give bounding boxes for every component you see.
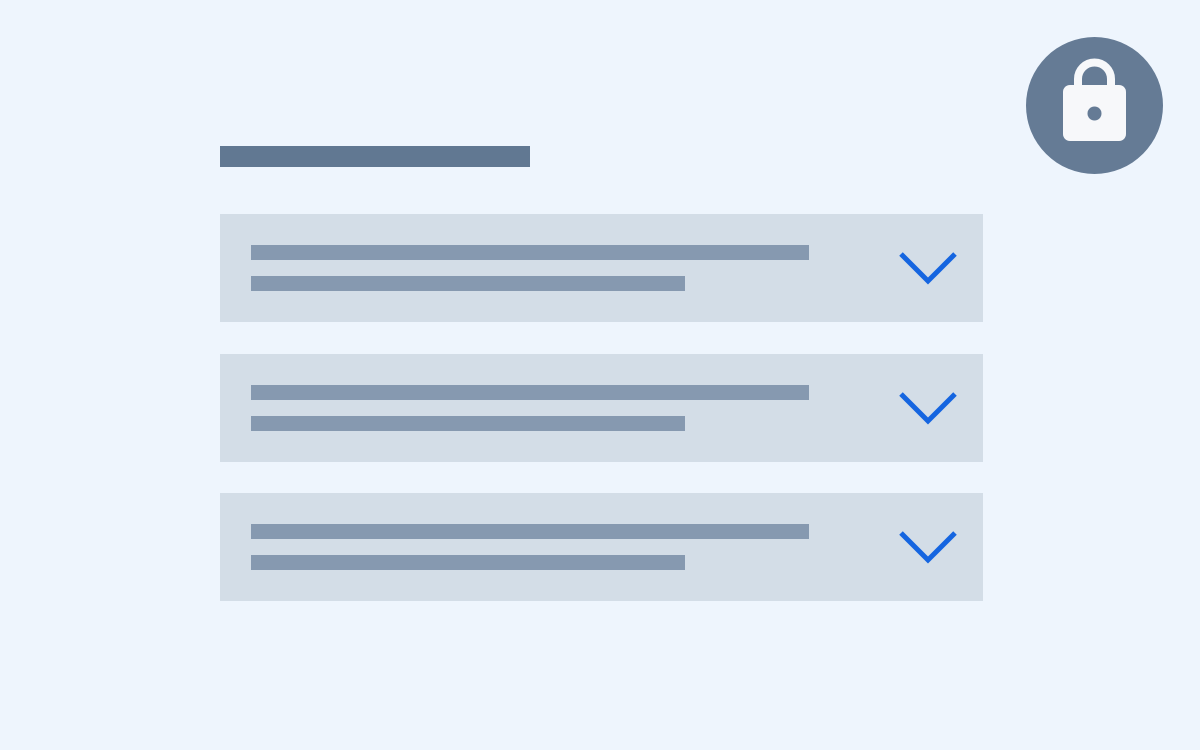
accordion-item-title-placeholder [251, 524, 809, 539]
chevron-down-icon[interactable] [898, 388, 958, 428]
lock-icon [1063, 58, 1126, 141]
accordion-item-subtitle-placeholder [251, 416, 685, 431]
page-title-placeholder [220, 146, 530, 167]
accordion-item-subtitle-placeholder [251, 555, 685, 570]
accordion-item[interactable] [220, 354, 983, 462]
accordion-item-title-placeholder [251, 245, 809, 260]
chevron-down-icon[interactable] [898, 248, 958, 288]
chevron-down-icon[interactable] [898, 527, 958, 567]
accordion-item-subtitle-placeholder [251, 276, 685, 291]
accordion-item-title-placeholder [251, 385, 809, 400]
accordion-item[interactable] [220, 493, 983, 601]
lock-button[interactable] [1026, 37, 1163, 174]
accordion-item[interactable] [220, 214, 983, 322]
